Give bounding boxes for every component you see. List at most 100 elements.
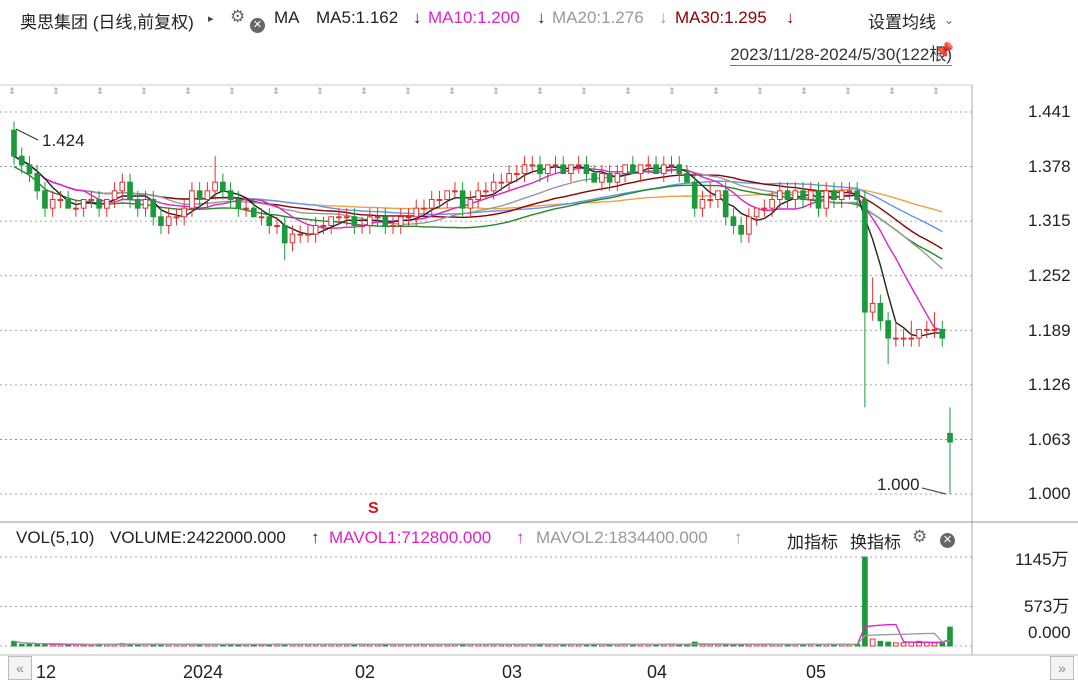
mavol1-line — [13, 623, 951, 646]
candle-body — [513, 173, 520, 176]
candle-body — [212, 181, 218, 192]
candle-body — [753, 207, 760, 218]
mavol2-line — [13, 632, 951, 646]
candle-body — [583, 164, 590, 175]
candle-body — [885, 320, 891, 339]
candle-body — [552, 164, 559, 167]
candle-body — [343, 216, 350, 219]
volume-bar — [34, 643, 41, 647]
candle-body — [49, 198, 56, 209]
candle-body — [18, 155, 25, 166]
candle-body — [653, 164, 659, 175]
candle-body — [900, 337, 907, 340]
event-marker-icon: ⇕ — [668, 87, 676, 97]
event-marker-icon: ⇕ — [448, 87, 456, 97]
candle-body — [274, 224, 280, 227]
event-marker-icon: ⇕ — [184, 87, 192, 97]
candle-body — [320, 224, 327, 227]
candle-body — [637, 164, 644, 175]
candle-body — [127, 181, 133, 200]
candle-body — [715, 190, 721, 200]
candle-body — [622, 164, 628, 175]
candle-body — [490, 181, 497, 192]
candle-body — [792, 190, 799, 200]
candle-body — [34, 173, 41, 192]
scroll-left-button[interactable]: « — [8, 656, 32, 680]
event-marker-icon: ⇕ — [624, 87, 632, 97]
event-marker-icon: ⇕ — [404, 87, 412, 97]
volume-arrow: ↑ — [311, 528, 320, 547]
candle-body — [289, 233, 296, 244]
candle-body — [328, 216, 334, 226]
volume-tick: 1145万 — [1015, 550, 1069, 569]
event-marker-icon: ⇕ — [756, 87, 764, 97]
candle-body — [336, 216, 342, 219]
x-tick-label: 02 — [355, 662, 376, 682]
volume-bar — [893, 642, 899, 647]
candle-body — [947, 432, 953, 443]
candle-body — [227, 190, 234, 200]
candle-body — [297, 233, 304, 236]
volume-bar — [900, 642, 907, 647]
kline-chart[interactable]: ⇕ ⇕ ⇕ ⇕ ⇕ ⇕ ⇕ ⇕ ⇕ ⇕ ⇕ ⇕ ⇕ ⇕ ⇕ ⇕ ⇕ ⇕ ⇕ ⇕ ⇕ ⇕ — [0, 0, 1078, 688]
event-marker-icon: ⇕ — [96, 87, 104, 97]
add-indicator-button[interactable]: 加指标 — [787, 528, 838, 553]
event-marker-icon: ⇕ — [8, 87, 16, 97]
x-tick-label: 2024 — [183, 662, 224, 682]
candle-body — [165, 216, 172, 226]
event-marker-icon: ⇕ — [932, 87, 940, 97]
event-marker-icon: ⇕ — [888, 87, 896, 97]
candle-body — [614, 173, 621, 183]
scroll-right-button[interactable]: » — [1050, 656, 1074, 680]
candle-body — [189, 190, 195, 209]
candle-body — [483, 190, 489, 193]
x-tick-label: 05 — [806, 662, 827, 682]
mavol1-value: MAVOL1:712800.000 — [329, 528, 492, 547]
candle-body — [498, 181, 505, 184]
candle-body — [196, 190, 203, 200]
volume-bar — [862, 556, 868, 647]
candle-body — [65, 198, 71, 209]
candle-body — [88, 198, 95, 201]
volume-bar — [869, 638, 876, 647]
candle-body — [591, 173, 597, 183]
candle-body — [923, 328, 930, 331]
candle-body — [444, 190, 451, 200]
volume-bar — [26, 643, 33, 647]
candle-body — [931, 328, 938, 331]
candle-body — [367, 216, 373, 226]
candle-body — [397, 216, 404, 226]
candle-body — [134, 198, 141, 209]
event-marker-icon: ⇕ — [536, 87, 544, 97]
candle-body — [11, 129, 17, 157]
candle-body — [699, 198, 706, 209]
candle-body — [730, 216, 737, 226]
volume-bar — [877, 640, 884, 647]
event-marker-icon: ⇕ — [52, 87, 60, 97]
volume-tick: 0.000 — [1028, 623, 1071, 642]
event-marker-icon: ⇕ — [272, 87, 280, 97]
volume-gear-icon[interactable]: ⚙ — [912, 527, 927, 547]
event-marker-icon: ⇕ — [712, 87, 720, 97]
low-price-label: 1.000 — [877, 475, 920, 494]
candle-body — [831, 190, 837, 200]
candle-body — [537, 164, 543, 175]
candle-body — [104, 198, 110, 209]
volume-tick: 573万 — [1024, 597, 1070, 616]
candle-body — [142, 198, 149, 209]
volume-bar — [885, 641, 891, 647]
candle-body — [467, 198, 474, 209]
candle-body — [838, 190, 845, 200]
mavol2-arrow: ↑ — [734, 528, 743, 547]
candle-body — [560, 164, 567, 175]
candle-body — [390, 224, 396, 227]
switch-indicator-button[interactable]: 换指标 — [850, 528, 901, 553]
candle-body — [544, 164, 551, 175]
candle-body — [506, 173, 512, 183]
candle-body — [258, 216, 265, 219]
event-marker-icon: ⇕ — [316, 87, 324, 97]
event-marker-icon: ⇕ — [140, 87, 148, 97]
sell-signal-icon[interactable]: S — [368, 500, 379, 518]
candle-body — [405, 216, 412, 219]
event-marker-icon: ⇕ — [492, 87, 500, 97]
